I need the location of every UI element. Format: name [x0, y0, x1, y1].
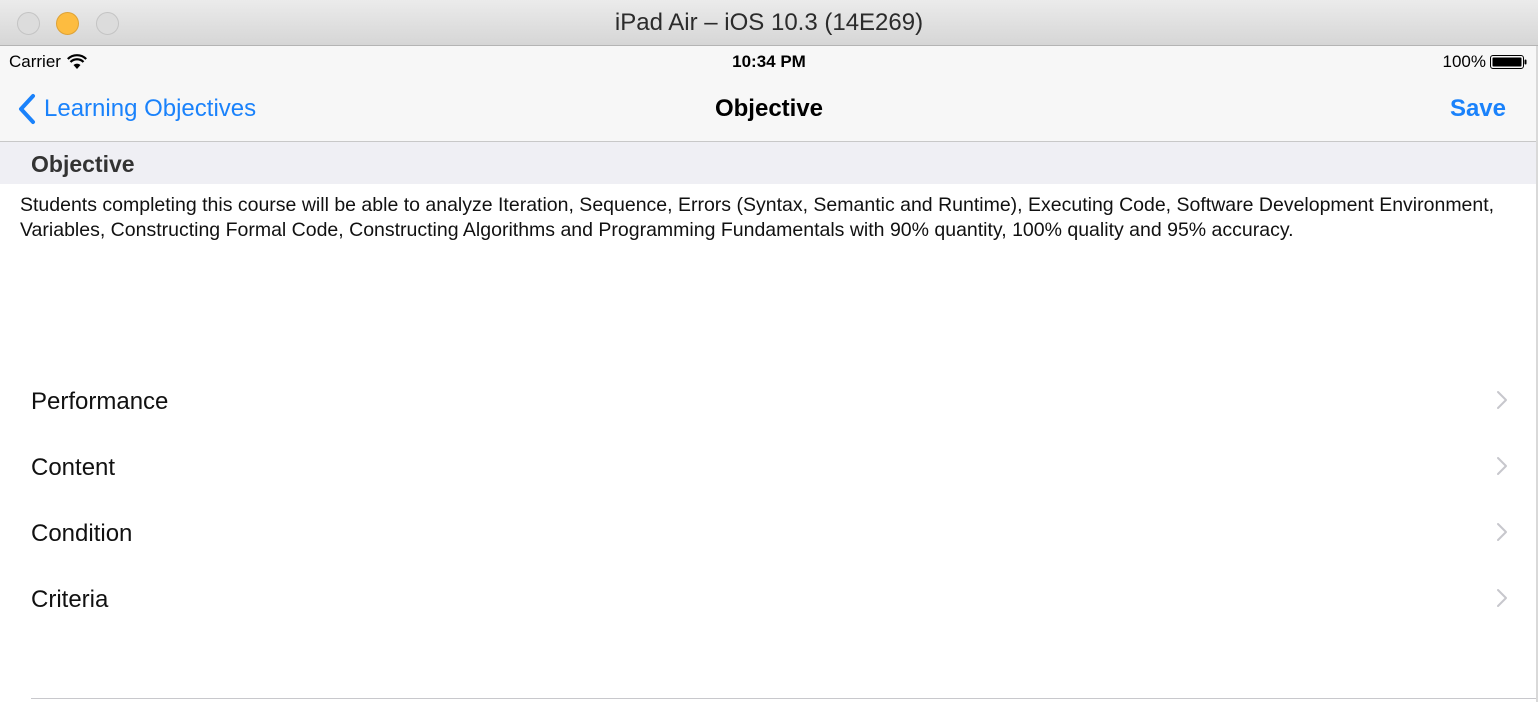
row-criteria[interactable]: Criteria: [0, 566, 1538, 632]
chevron-right-icon: [1497, 589, 1507, 607]
chevron-right-icon: [1497, 457, 1507, 475]
battery-indicator: 100%: [1443, 52, 1528, 72]
row-content[interactable]: Content: [0, 434, 1538, 500]
simulator-window: iPad Air – iOS 10.3 (14E269) Carrier 10:…: [0, 0, 1538, 702]
row-condition[interactable]: Condition: [0, 500, 1538, 566]
chevron-left-icon: [19, 94, 35, 124]
save-button[interactable]: Save: [1450, 95, 1506, 123]
section-header-label: Objective: [31, 151, 135, 177]
status-time: 10:34 PM: [732, 52, 806, 71]
window-titlebar: iPad Air – iOS 10.3 (14E269): [0, 0, 1538, 46]
section-header: Objective: [0, 142, 1538, 184]
battery-percent: 100%: [1442, 52, 1486, 71]
row-label: Content: [31, 454, 116, 481]
back-button[interactable]: Learning Objectives: [16, 92, 256, 126]
row-label: Performance: [31, 388, 169, 415]
objective-text-view[interactable]: Students completing this course will be …: [20, 193, 1510, 243]
chevron-right-icon: [1497, 391, 1507, 409]
back-button-label: Learning Objectives: [44, 95, 257, 122]
row-performance[interactable]: Performance: [0, 368, 1538, 434]
row-label: Condition: [31, 520, 133, 547]
status-bar: Carrier 10:34 PM 100%: [0, 46, 1538, 78]
row-label: Criteria: [31, 586, 109, 613]
window-title: iPad Air – iOS 10.3 (14E269): [614, 9, 924, 36]
navigation-bar: Learning Objectives Objective Save: [0, 78, 1538, 142]
chevron-right-icon: [1497, 523, 1507, 541]
battery-icon: [1490, 55, 1527, 69]
divider: [31, 698, 1538, 699]
objective-detail-list: Performance Content Condition Criteria: [0, 368, 1538, 632]
